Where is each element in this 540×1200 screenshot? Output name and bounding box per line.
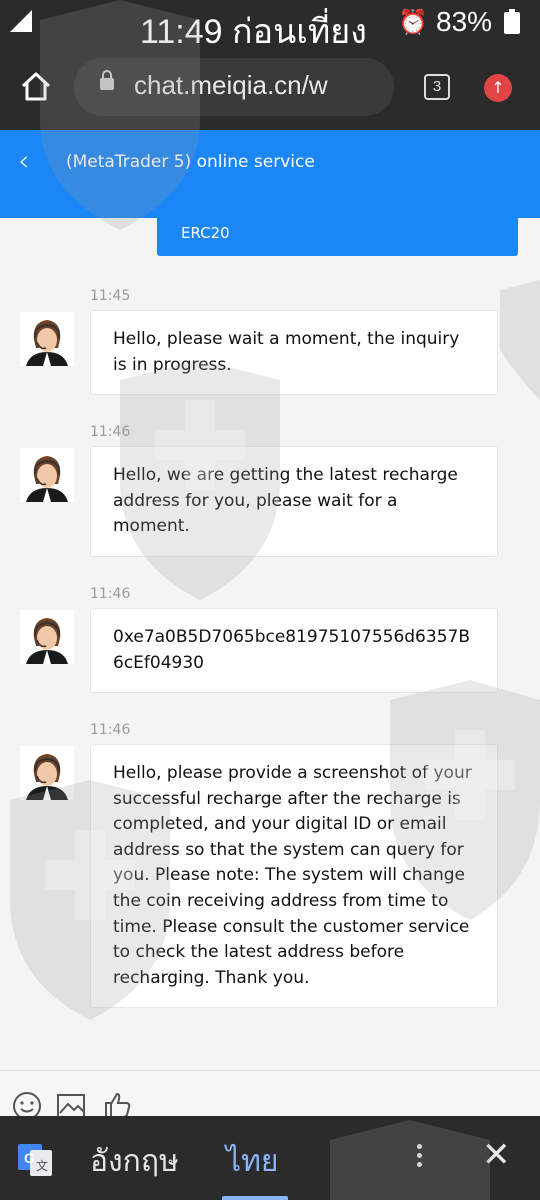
agent-avatar (20, 610, 74, 664)
chat-title: (MetaTrader 5) online service (66, 152, 315, 172)
message-bubble: Hello, please provide a screenshot of yo… (90, 744, 498, 1009)
status-bar: 11:49 ก่อนเที่ยง ⏰ 83% (0, 0, 540, 51)
chat-header: ‹ (MetaTrader 5) online service (0, 130, 540, 218)
message-bubble: Hello, we are getting the latest recharg… (90, 446, 498, 557)
lock-icon (100, 70, 114, 90)
battery-icon (504, 9, 520, 34)
home-icon[interactable] (18, 68, 54, 104)
message-timestamp: 11:46 (90, 424, 131, 440)
erc20-tab[interactable]: ERC20 (157, 218, 518, 256)
target-language-tab[interactable]: ไทย (226, 1138, 278, 1185)
tab-switcher-button[interactable]: 3 (424, 74, 450, 100)
agent-avatar (20, 746, 74, 800)
url-text: chat.meiqia.cn/w (134, 70, 328, 100)
battery-percent: 83% (436, 6, 493, 37)
translate-bar: G 文 อังกฤษ ไทย ✕ (0, 1116, 540, 1200)
chat-message-area[interactable]: ERC20 11:45 Hello, please wait a moment,… (0, 218, 540, 1070)
browser-toolbar: chat.meiqia.cn/w 3 ↑ (0, 46, 540, 130)
google-translate-icon[interactable]: G 文 (18, 1142, 52, 1176)
update-arrow-icon[interactable]: ↑ (484, 74, 512, 102)
message-bubble: Hello, please wait a moment, the inquiry… (90, 310, 498, 396)
agent-avatar (20, 448, 74, 502)
image-upload-icon[interactable] (56, 1091, 86, 1117)
message-timestamp: 11:46 (90, 722, 131, 738)
signal-icon (10, 10, 32, 32)
alarm-icon: ⏰ (398, 8, 428, 36)
back-chevron-icon[interactable]: ‹ (18, 144, 29, 177)
address-bar[interactable]: chat.meiqia.cn/w (74, 58, 394, 116)
emoji-icon[interactable] (12, 1091, 42, 1117)
message-timestamp: 11:45 (90, 288, 131, 304)
active-language-indicator (222, 1196, 288, 1200)
svg-text:G: G (24, 1150, 35, 1166)
close-icon[interactable]: ✕ (482, 1138, 511, 1172)
svg-text:文: 文 (36, 1158, 48, 1173)
agent-avatar (20, 312, 74, 366)
chat-input-toolbar (0, 1070, 540, 1117)
more-options-icon[interactable] (414, 1144, 424, 1172)
message-bubble-address[interactable]: 0xe7a0B5D7065bce81975107556d6357B6cEf049… (90, 608, 498, 694)
thumbs-up-icon[interactable] (102, 1091, 132, 1117)
message-timestamp: 11:46 (90, 586, 131, 602)
source-language-tab[interactable]: อังกฤษ (90, 1138, 179, 1185)
